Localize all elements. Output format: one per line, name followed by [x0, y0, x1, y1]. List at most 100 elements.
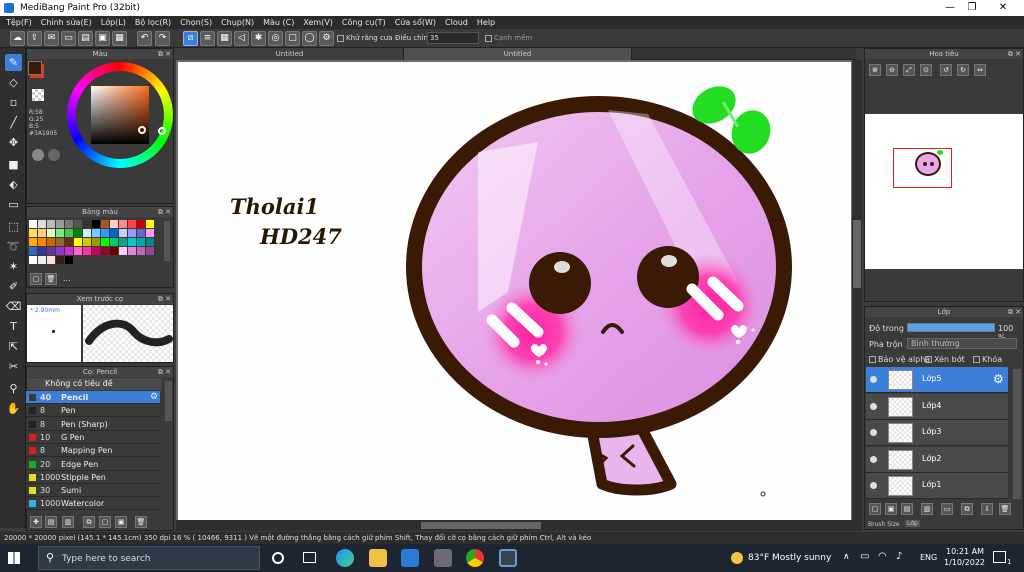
brush-item[interactable]: 8 Mapping Pen [26, 444, 160, 458]
menu-snap[interactable]: Chụp(N) [221, 18, 254, 27]
brush-item[interactable]: 8 Pen (Sharp) [26, 417, 160, 431]
palette-swatch[interactable] [38, 220, 46, 228]
palette-swatch[interactable] [29, 247, 37, 255]
palette-swatch[interactable] [110, 247, 118, 255]
weather-text[interactable]: 83°F Mostly sunny [748, 553, 831, 563]
drawing-canvas[interactable]: Tholai1 HD247 [178, 62, 851, 520]
save-icon[interactable]: ▤ [78, 31, 93, 46]
palette-swatch[interactable] [65, 229, 73, 237]
palette-swatch[interactable] [29, 256, 37, 264]
move-tool-icon[interactable]: ✥ [5, 134, 22, 151]
palette-swatch[interactable] [101, 220, 109, 228]
menu-tools[interactable]: Công cụ(T) [342, 18, 386, 27]
palette-swatch[interactable] [146, 220, 154, 228]
merge-layer-icon[interactable]: ⇩ [981, 503, 993, 515]
palette-swatch[interactable] [119, 220, 127, 228]
layer-list-scrollbar[interactable] [1013, 369, 1021, 499]
adjust-select[interactable]: 35 [427, 32, 479, 44]
brush-add-icon[interactable]: ✚ [30, 516, 42, 528]
windows-start-icon[interactable] [8, 552, 20, 564]
curve-snap-icon[interactable]: ◯ [302, 31, 317, 46]
palette-swatch[interactable] [119, 247, 127, 255]
shape-tool-icon[interactable]: ╱ [5, 114, 22, 131]
layer-row[interactable]: Lớp2 [866, 446, 1008, 473]
tab-brush-size[interactable]: Brush Size [868, 521, 900, 528]
menu-edit[interactable]: Chỉnh sửa(E) [41, 18, 92, 27]
navigator-thumbnail[interactable] [865, 114, 1023, 269]
palette-swatch[interactable] [92, 220, 100, 228]
layer-folder-icon[interactable]: ▭ [941, 503, 953, 515]
palette-swatch[interactable] [47, 229, 55, 237]
flip-icon[interactable]: ⇔ [974, 64, 986, 76]
vanish-snap-icon[interactable]: ◁ [234, 31, 249, 46]
palette-more[interactable]: ... [63, 274, 71, 283]
protect-alpha-checkbox[interactable]: Bảo vệ alpha [869, 355, 930, 364]
palette-swatch[interactable] [110, 220, 118, 228]
palette-swatch[interactable] [38, 247, 46, 255]
palette-swatch[interactable] [47, 256, 55, 264]
palette-swatch[interactable] [92, 229, 100, 237]
gradient-tool-icon[interactable]: ▭ [5, 196, 22, 213]
brush-item[interactable]: 1000 Watercolor [26, 497, 160, 511]
brush-item[interactable]: 1000 Stipple Pen [26, 470, 160, 484]
menu-window[interactable]: Cửa sổ(W) [395, 18, 436, 27]
palette-swatch[interactable] [74, 247, 82, 255]
palette-swatch[interactable] [128, 238, 136, 246]
text-tool-icon[interactable]: T [5, 318, 22, 335]
palette-swatch[interactable] [101, 238, 109, 246]
palette-swatch[interactable] [119, 229, 127, 237]
menu-filter[interactable]: Bộ lọc(R) [135, 18, 171, 27]
palette-delete-icon[interactable]: 🗑 [45, 273, 57, 285]
delete-layer-icon[interactable]: 🗑 [999, 503, 1011, 515]
smooth-edge-checkbox[interactable]: Cạnh mềm [485, 34, 532, 42]
tray-chevron-icon[interactable]: ∧ [843, 552, 850, 562]
layer-row[interactable]: Lớp4 [866, 393, 1008, 420]
language-indicator[interactable]: ENG [920, 553, 937, 562]
bucket-tool-icon[interactable]: ⬖ [5, 176, 22, 193]
palette-swatch[interactable] [56, 238, 64, 246]
palette-swatch[interactable] [83, 247, 91, 255]
wifi-icon[interactable]: ◠ [878, 551, 887, 562]
select-pen-icon[interactable]: ✐ [5, 278, 22, 295]
settings-icon[interactable]: ⚙ [319, 31, 334, 46]
brush-group-header[interactable]: Không có tiêu đề [27, 378, 161, 390]
brush-item[interactable]: 30 Sumi [26, 484, 160, 498]
palette-swatch[interactable] [29, 220, 37, 228]
brush-item[interactable]: 8 Pen [26, 404, 160, 418]
palette-swatch[interactable] [29, 229, 37, 237]
brush-delete-icon[interactable]: 🗑 [135, 516, 147, 528]
palette-swatch[interactable] [65, 220, 73, 228]
palette-scrollbar[interactable] [164, 221, 170, 261]
palette-swatch[interactable] [101, 247, 109, 255]
zoom-in-icon[interactable]: ⊕ [869, 64, 881, 76]
palette-swatch[interactable] [110, 229, 118, 237]
edge-browser-icon[interactable] [336, 549, 354, 567]
camera-icon[interactable] [434, 549, 452, 567]
palette-swatch[interactable] [101, 229, 109, 237]
magic-wand-icon[interactable]: ✶ [5, 258, 22, 275]
opacity-slider[interactable] [907, 323, 995, 332]
cloud-icon[interactable]: ☁ [10, 31, 25, 46]
rotate-right-icon[interactable]: ↻ [957, 64, 969, 76]
palette-swatch[interactable] [65, 256, 73, 264]
palette-swatch[interactable] [29, 238, 37, 246]
canvas-vertical-scrollbar[interactable] [852, 60, 862, 520]
brush-item[interactable]: 40 Pencil ⚙ [26, 391, 160, 404]
tab-untitled-2[interactable]: Untitled [404, 48, 632, 60]
canvas-horizontal-scrollbar[interactable] [176, 520, 862, 531]
palette-swatch[interactable] [65, 247, 73, 255]
comment-icon[interactable]: ▭ [61, 31, 76, 46]
palette-swatch[interactable] [137, 229, 145, 237]
layer-settings-icon[interactable]: ⚙ [993, 372, 1004, 386]
radial-snap-icon[interactable]: ✱ [251, 31, 266, 46]
notification-icon[interactable] [993, 551, 1006, 563]
primary-color-swatch[interactable] [28, 61, 42, 75]
palette-swatch[interactable] [38, 238, 46, 246]
visibility-eye-icon[interactable] [870, 482, 877, 489]
brush-item[interactable]: 20 Edge Pen [26, 457, 160, 471]
palette-swatch[interactable] [74, 220, 82, 228]
rotate-left-icon[interactable]: ↺ [940, 64, 952, 76]
square-snap-icon[interactable]: ▢ [285, 31, 300, 46]
palette-swatch[interactable] [146, 229, 154, 237]
actual-size-icon[interactable]: ⊙ [920, 64, 932, 76]
